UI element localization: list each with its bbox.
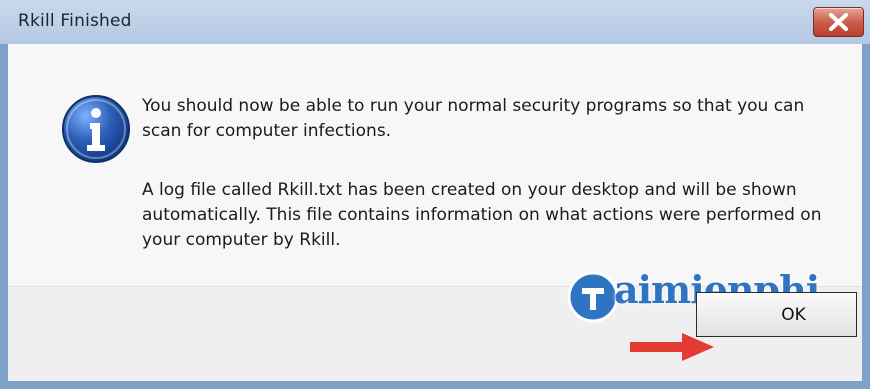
window-title: Rkill Finished	[18, 11, 132, 31]
info-icon	[62, 95, 130, 163]
message-text-2: A log file called Rkill.txt has been cre…	[142, 180, 822, 250]
red-arrow-icon	[630, 333, 714, 361]
message-text-1: You should now be able to run your norma…	[142, 96, 805, 141]
ok-button[interactable]: OK	[696, 292, 857, 337]
message-area: You should now be able to run your norma…	[8, 44, 862, 286]
close-x-icon	[829, 13, 848, 31]
title-bar[interactable]: Rkill Finished	[0, 0, 870, 44]
dialog-window: Rkill Finished You should now be able to…	[0, 0, 870, 389]
watermark-badge-icon	[567, 271, 619, 323]
ok-button-label: OK	[781, 304, 806, 325]
close-button[interactable]	[813, 7, 864, 37]
